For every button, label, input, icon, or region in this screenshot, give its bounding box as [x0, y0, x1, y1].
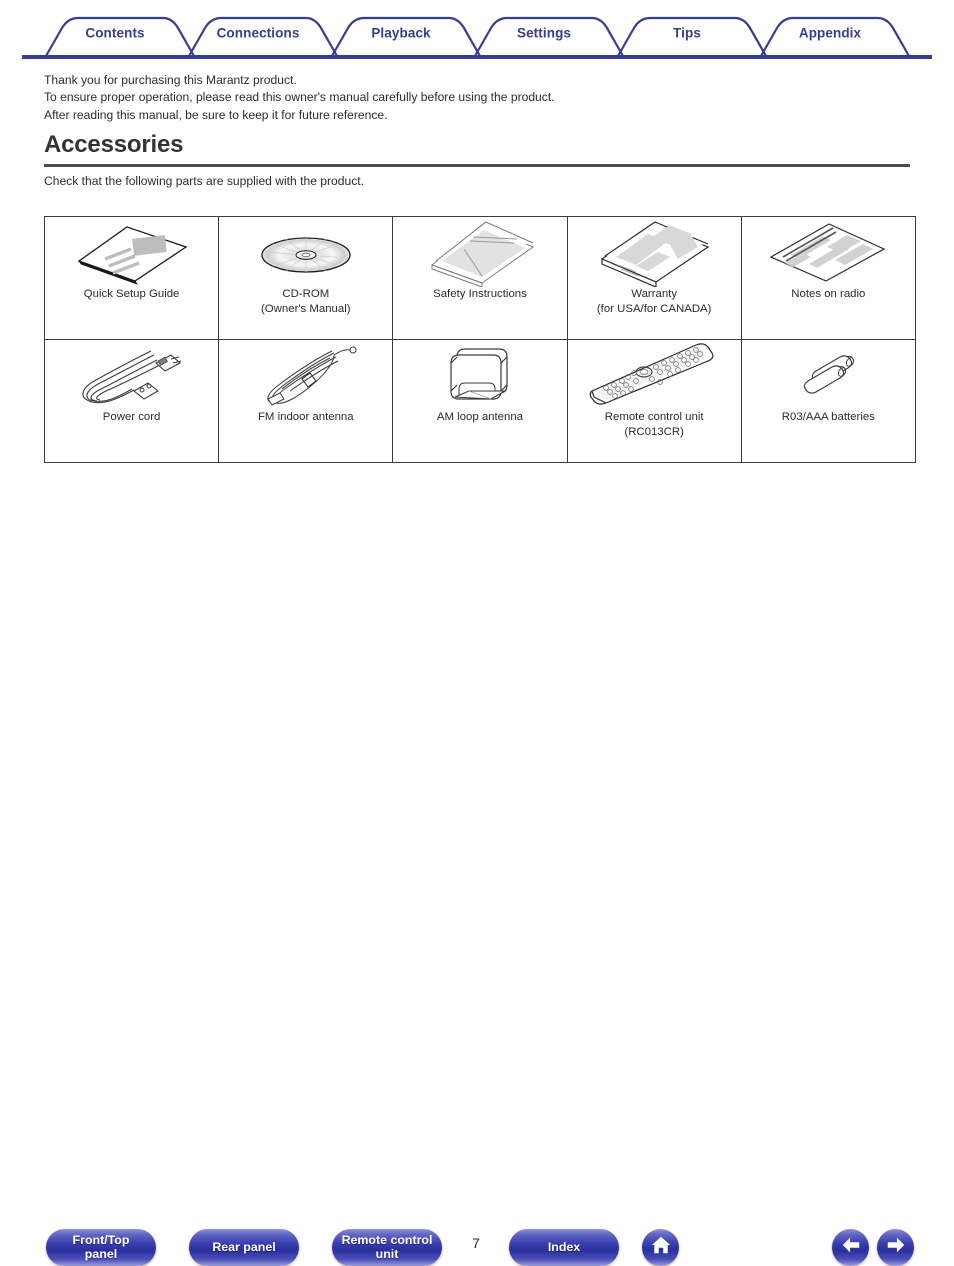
tab-playback[interactable]: Playback	[371, 26, 430, 41]
remote-control-icon	[568, 340, 741, 412]
remote-control-unit-button[interactable]: Remote control unit	[332, 1229, 442, 1266]
tab-settings[interactable]: Settings	[517, 26, 571, 41]
heading-divider	[44, 164, 910, 167]
home-icon	[650, 1234, 672, 1261]
accessory-caption: R03/AAA batteries	[781, 411, 875, 423]
forward-button[interactable]	[877, 1229, 914, 1266]
intro-line-3: After reading this manual, be sure to ke…	[44, 107, 388, 122]
accessory-cell-safety-instructions: Safety Instructions	[392, 216, 568, 340]
radio-notes-icon	[742, 217, 915, 289]
accessory-caption: Notes on radio	[791, 288, 866, 300]
accessory-cell-fm-antenna: FM indoor antenna	[218, 339, 394, 463]
accessory-cell-warranty: Warranty (for USA/for CANADA)	[566, 216, 742, 340]
power-cord-icon	[45, 340, 218, 412]
accessory-cell-notes-on-radio: Notes on radio	[740, 216, 916, 340]
intro-line-2: To ensure proper operation, please read …	[44, 90, 555, 105]
page-title: Accessories	[44, 131, 184, 158]
tab-appendix[interactable]: Appendix	[799, 26, 861, 41]
tab-contents[interactable]: Contents	[85, 26, 144, 41]
tab-bar: Contents Connections Playback Settings T…	[0, 0, 954, 62]
accessory-caption: Warranty (for USA/for CANADA)	[596, 288, 712, 315]
tab-tips[interactable]: Tips	[673, 26, 701, 41]
accessory-cell-batteries: R03/AAA batteries	[740, 339, 916, 463]
batteries-icon	[742, 340, 915, 412]
home-button[interactable]	[642, 1229, 679, 1266]
booklet-icon	[45, 217, 218, 289]
arrow-right-icon	[885, 1234, 907, 1261]
accessory-cell-remote-control: Remote control unit (RC013CR)	[566, 339, 742, 463]
accessory-caption: Safety Instructions	[433, 288, 527, 300]
page-number: 7	[472, 1235, 480, 1251]
tab-connections[interactable]: Connections	[217, 26, 300, 41]
table-row: Power cord FM indoor antenna AM loop ant…	[43, 339, 916, 463]
section-subtext: Check that the following parts are suppl…	[44, 174, 364, 188]
rear-panel-button[interactable]: Rear panel	[189, 1229, 299, 1266]
accessory-caption: FM indoor antenna	[257, 411, 354, 423]
cd-rom-icon	[219, 217, 392, 289]
table-row: Quick Setup Guide CD-ROM (Owner's Manual…	[43, 216, 916, 340]
arrow-left-icon	[840, 1234, 862, 1261]
index-button[interactable]: Index	[509, 1229, 619, 1266]
fm-antenna-icon	[219, 340, 392, 412]
accessory-cell-quick-setup-guide: Quick Setup Guide	[43, 216, 220, 340]
accessory-caption: Quick Setup Guide	[83, 288, 180, 300]
accessory-cell-power-cord: Power cord	[43, 339, 220, 463]
accessory-caption: CD-ROM (Owner's Manual)	[261, 288, 351, 315]
safety-sheet-icon	[393, 217, 566, 289]
front-top-panel-button[interactable]: Front/Top panel	[46, 1229, 156, 1266]
accessories-table: Quick Setup Guide CD-ROM (Owner's Manual…	[43, 216, 916, 463]
intro-line-1: Thank you for purchasing this Marantz pr…	[44, 73, 297, 87]
accessory-cell-cd-rom: CD-ROM (Owner's Manual)	[218, 216, 394, 340]
intro-text: Thank you for purchasing this Marantz pr…	[44, 72, 744, 124]
back-button[interactable]	[832, 1229, 869, 1266]
accessory-cell-am-loop-antenna: AM loop antenna	[392, 339, 568, 463]
am-loop-antenna-icon	[393, 340, 566, 412]
footer-nav: Front/Top panel Rear panel Remote contro…	[0, 612, 954, 1266]
accessory-caption: AM loop antenna	[436, 411, 524, 423]
warranty-sheet-icon	[568, 217, 741, 289]
accessory-caption: Power cord	[102, 411, 161, 423]
accessory-caption: Remote control unit (RC013CR)	[604, 411, 704, 438]
